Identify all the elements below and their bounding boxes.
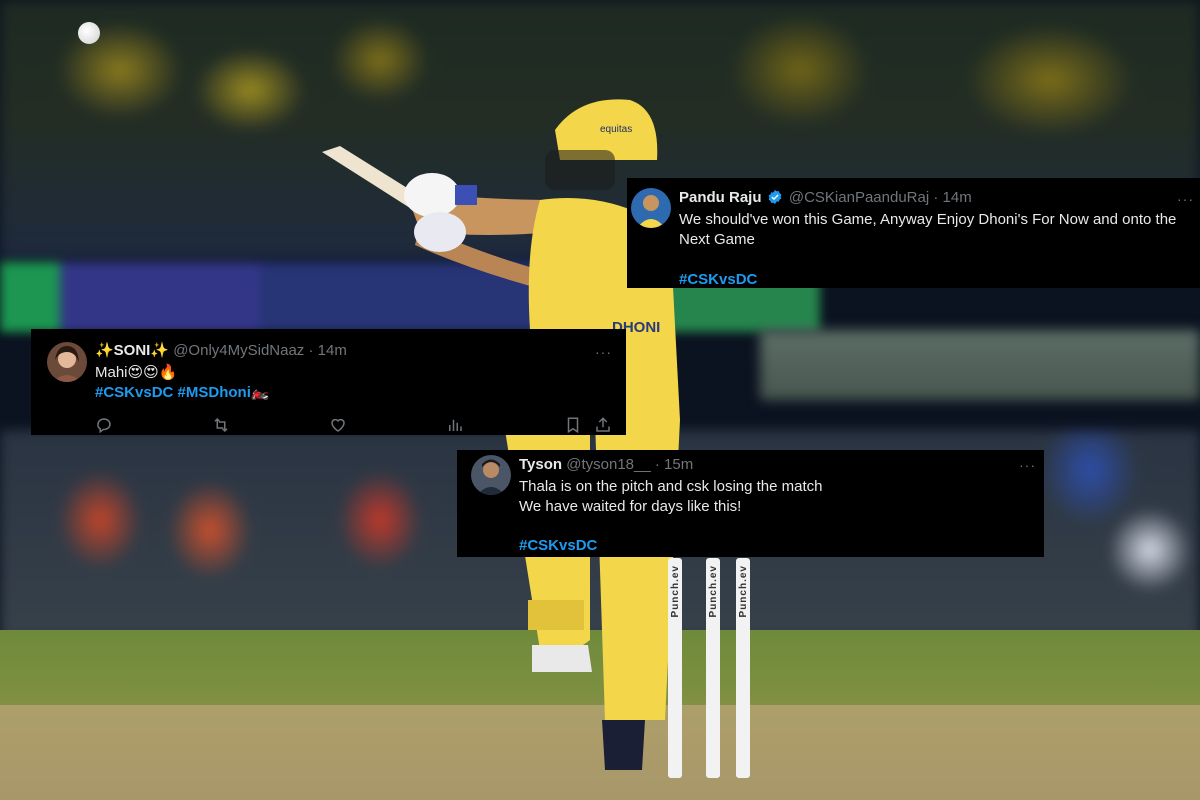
views-analytics-icon[interactable]: [446, 416, 464, 434]
tweet-text: Thala is on the pitch and csk losing the…: [519, 478, 823, 515]
more-options-icon[interactable]: ···: [595, 345, 612, 359]
stump-brand-middle: Punch.ev: [708, 565, 719, 618]
reply-icon[interactable]: [95, 416, 113, 434]
tweet-hashtags[interactable]: #CSKvsDC #MSDhoni🏍️: [95, 383, 270, 403]
retweet-icon[interactable]: [212, 416, 230, 434]
tweet-card[interactable]: Tyson @tyson18__ · 15m ··· Thala is on t…: [457, 450, 1044, 557]
stump-brand-right: Punch.ev: [738, 565, 749, 618]
avatar-man-portrait-icon: [471, 455, 511, 495]
more-options-icon[interactable]: ···: [1177, 192, 1194, 206]
tweet-hashtags[interactable]: #CSKvsDC: [519, 536, 597, 556]
timestamp[interactable]: 14m: [943, 189, 972, 206]
tweet-hashtags[interactable]: #CSKvsDC: [679, 270, 757, 290]
helmet-logo: equitas: [600, 124, 632, 135]
user-handle[interactable]: @Only4MySidNaaz: [173, 342, 304, 359]
user-handle[interactable]: @tyson18__: [566, 456, 650, 473]
tweet-card[interactable]: Pandu Raju @CSKianPaanduRaj · 14m ··· We…: [627, 178, 1200, 288]
separator-dot: ·: [654, 456, 660, 473]
display-name[interactable]: Tyson: [519, 456, 562, 473]
avatar[interactable]: [47, 342, 87, 382]
display-name[interactable]: ✨SONI✨: [95, 342, 169, 359]
timestamp[interactable]: 15m: [664, 456, 693, 473]
avatar[interactable]: [471, 455, 511, 495]
tweet-card[interactable]: ✨SONI✨ @Only4MySidNaaz · 14m ··· Mahi😍😍🔥…: [31, 329, 626, 435]
avatar[interactable]: [631, 188, 671, 228]
tweet-text: Mahi😍😍🔥: [95, 364, 178, 381]
display-name[interactable]: Pandu Raju: [679, 189, 762, 206]
tweet-header: Pandu Raju @CSKianPaanduRaj · 14m: [679, 189, 972, 210]
like-heart-icon[interactable]: [329, 416, 347, 434]
stump-brand-left: Punch.ev: [670, 565, 681, 618]
verified-badge-icon: [767, 189, 783, 210]
tweet-header: Tyson @tyson18__ · 15m: [519, 456, 693, 474]
avatar-woman-portrait-icon: [47, 342, 87, 382]
avatar-csk-player-icon: [631, 188, 671, 228]
tweet-header: ✨SONI✨ @Only4MySidNaaz · 14m: [95, 342, 347, 360]
tweet-actions-bar: [31, 416, 626, 434]
share-icon[interactable]: [594, 416, 612, 434]
bookmark-icon[interactable]: [564, 416, 582, 434]
tweet-text: We should've won this Game, Anyway Enjoy…: [679, 211, 1177, 248]
more-options-icon[interactable]: ···: [1019, 458, 1036, 472]
separator-dot: ·: [308, 342, 314, 359]
timestamp[interactable]: 14m: [318, 342, 347, 359]
user-handle[interactable]: @CSKianPaanduRaj: [789, 189, 929, 206]
separator-dot: ·: [933, 189, 939, 206]
